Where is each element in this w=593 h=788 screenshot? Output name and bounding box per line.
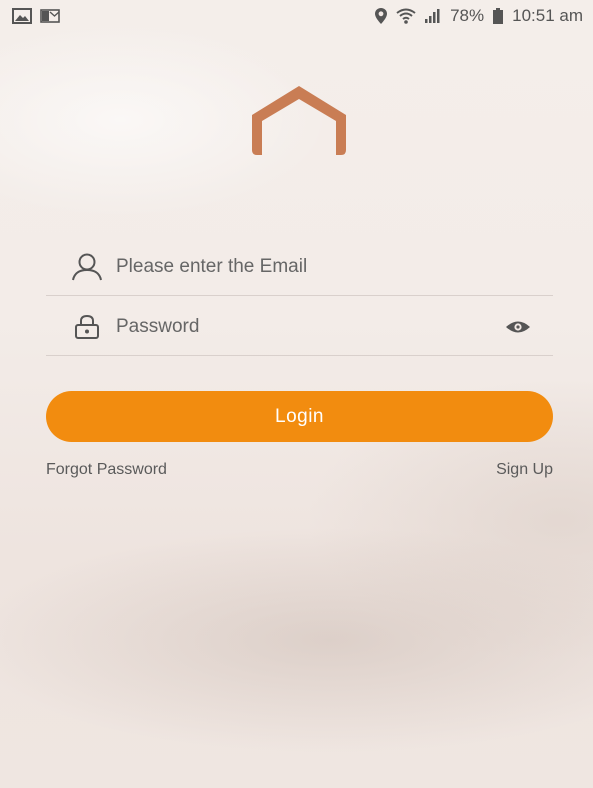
login-button[interactable]: Login	[46, 391, 553, 442]
email-input[interactable]	[116, 255, 553, 278]
lock-icon	[70, 310, 104, 344]
eye-icon[interactable]	[503, 315, 533, 339]
email-field	[46, 238, 553, 296]
battery-percent: 78%	[450, 6, 485, 25]
house-outline-logo	[250, 84, 348, 156]
status-bar-right: 78% 10:51 am	[374, 6, 583, 26]
status-bar-left	[12, 8, 60, 24]
user-icon	[70, 250, 104, 284]
wifi-icon	[396, 7, 416, 25]
status-bar: 78% 10:51 am	[0, 0, 593, 32]
clock: 10:51 am	[512, 6, 583, 25]
battery-icon	[492, 7, 504, 25]
sign-up-link[interactable]: Sign Up	[496, 461, 553, 479]
image-icon	[12, 8, 32, 24]
password-field	[46, 298, 553, 356]
signal-icon	[424, 8, 442, 24]
password-input[interactable]	[116, 315, 503, 338]
mail-app-icon	[40, 8, 60, 24]
forgot-password-link[interactable]: Forgot Password	[46, 461, 167, 479]
location-icon	[374, 7, 388, 25]
